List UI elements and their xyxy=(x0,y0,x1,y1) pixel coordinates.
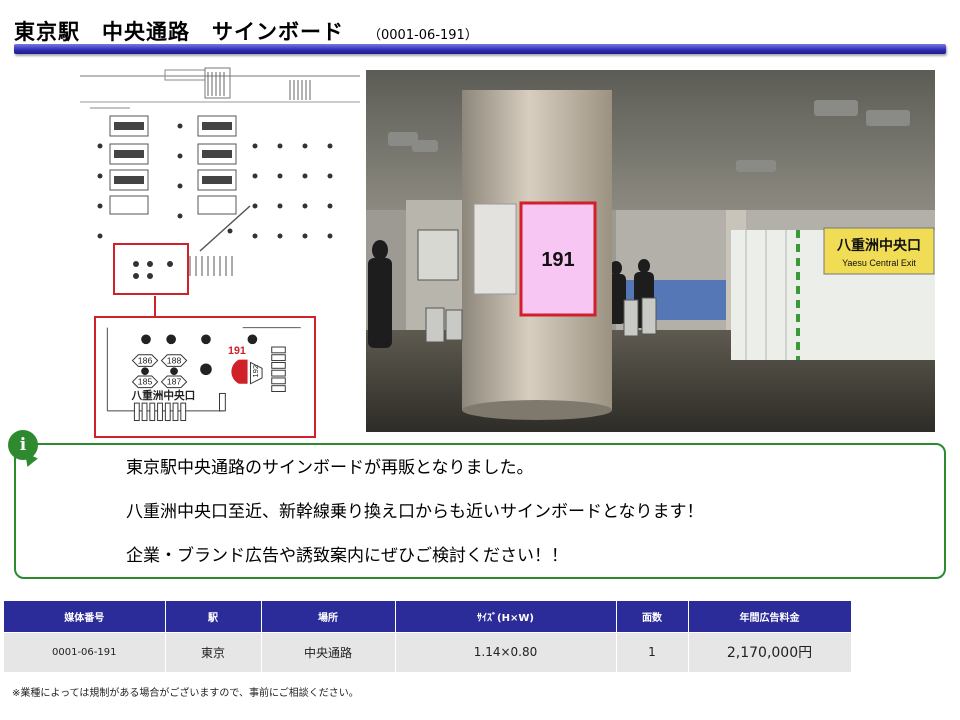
th-location: 場所 xyxy=(261,601,396,632)
th-station: 駅 xyxy=(165,601,262,632)
td-count: 1 xyxy=(616,631,689,672)
td-media-number: 0001-06-191 xyxy=(4,631,166,672)
highlight-label: 191 xyxy=(228,345,246,357)
sign-191-marker xyxy=(231,359,248,384)
side-label-192: 192 xyxy=(251,365,260,378)
page-title: 東京駅 中央通路 サインボード xyxy=(14,20,344,44)
photo-exit-sign-en: Yaesu Central Exit xyxy=(842,258,916,268)
zoom-connector-line xyxy=(154,296,156,316)
exit-label: 八重洲中央口 xyxy=(131,389,196,402)
media-code: （0001-06-191） xyxy=(368,28,478,43)
th-annual-fee: 年間広告料金 xyxy=(688,601,852,632)
location-photo: 八重洲中央口 Yaesu Central Exit 191 xyxy=(366,70,935,432)
bubble-label-187: 187 xyxy=(167,377,182,387)
header: 東京駅 中央通路 サインボード （0001-06-191） xyxy=(14,16,478,44)
photo-exit-sign-jp: 八重洲中央口 xyxy=(836,237,921,254)
bubble-label-186: 186 xyxy=(138,355,153,365)
info-line-3: 企業・ブランド広告や誘致案内にぜひご検討ください！！ xyxy=(126,546,568,566)
footnote: ※業種によっては規制がある場合がございますので、事前にご相談ください。 xyxy=(12,688,359,699)
title-underline-bar xyxy=(14,44,946,54)
media-table: 媒体番号 駅 場所 ｻｲｽﾞ(H×W) 面数 年間広告料金 0001-06-19… xyxy=(4,601,852,672)
zoomed-map: 186 188 185 187 191 192 八重洲中央口 xyxy=(94,316,316,438)
bubble-label-185: 185 xyxy=(138,377,153,387)
th-media-number: 媒体番号 xyxy=(4,601,166,632)
th-size: ｻｲｽﾞ(H×W) xyxy=(395,601,617,632)
table-row: 0001-06-191 東京 中央通路 1.14×0.80 1 2,170,00… xyxy=(4,631,852,672)
table-header-row: 媒体番号 駅 場所 ｻｲｽﾞ(H×W) 面数 年間広告料金 xyxy=(4,601,852,632)
floor-map xyxy=(80,66,360,296)
td-size: 1.14×0.80 xyxy=(395,631,617,672)
info-line-1: 東京駅中央通路のサインボードが再販となりました。 xyxy=(126,458,534,478)
td-location: 中央通路 xyxy=(261,631,396,672)
info-line-2: 八重洲中央口至近、新幹線乗り換え口からも近いサインボードとなります！ xyxy=(126,502,704,522)
th-count: 面数 xyxy=(616,601,689,632)
info-icon: i xyxy=(8,430,38,460)
td-annual-fee: 2,170,000円 xyxy=(688,631,852,672)
info-text: 東京駅中央通路のサインボードが再販となりました。 八重洲中央口至近、新幹線乗り換… xyxy=(126,458,704,590)
td-station: 東京 xyxy=(165,631,262,672)
bubble-label-188: 188 xyxy=(167,355,182,365)
photo-sign-label: 191 xyxy=(541,249,574,271)
